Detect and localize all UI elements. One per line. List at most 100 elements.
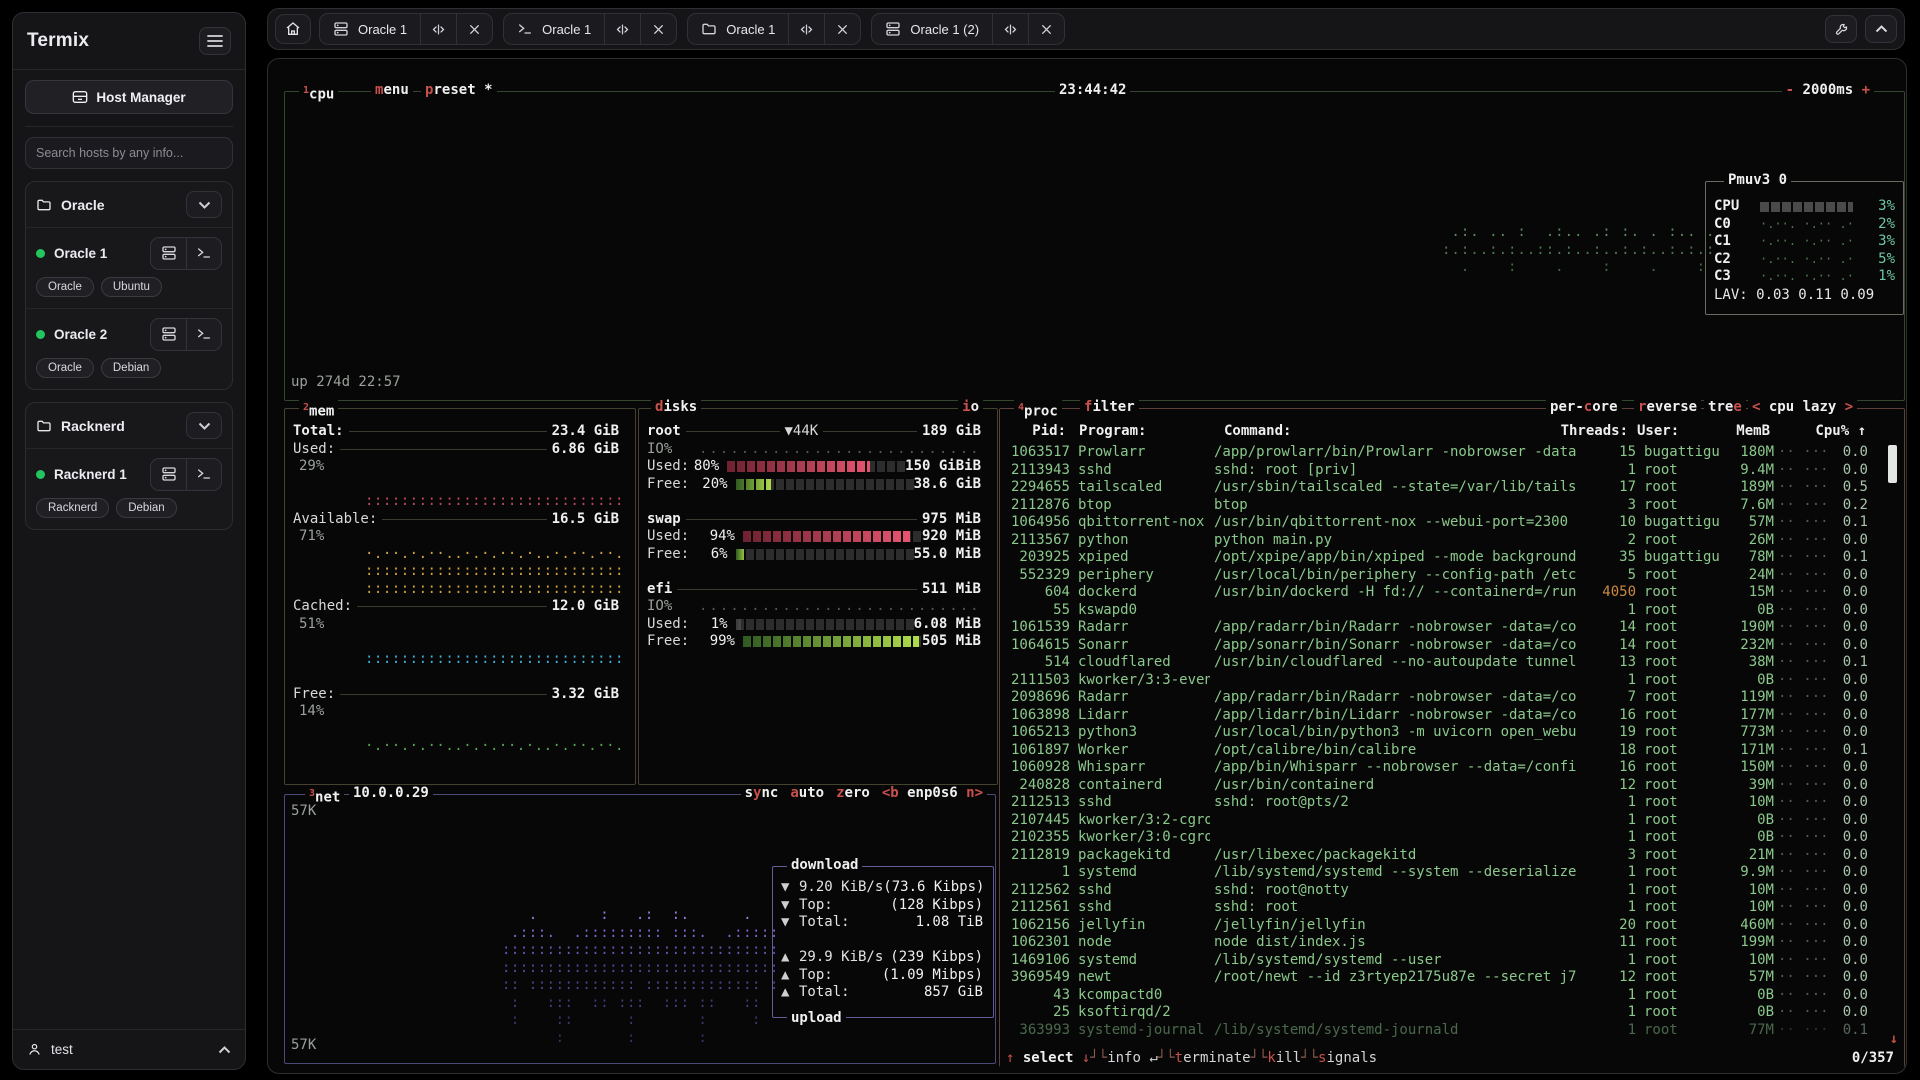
tab-label[interactable]: Oracle 1 (2)	[872, 14, 992, 44]
search-input[interactable]	[25, 137, 233, 169]
tab-label[interactable]: Oracle 1	[320, 14, 420, 44]
preset-button[interactable]: preset *	[421, 82, 497, 100]
process-row[interactable]: 43kcompactd01root0B·· ····0.0	[1006, 987, 1868, 1005]
close-tab-button[interactable]	[824, 14, 860, 44]
host-row[interactable]: Oracle 1OracleUbuntu	[26, 227, 232, 308]
process-row[interactable]: 2112819packagekitd/usr/libexec/packageki…	[1006, 847, 1868, 865]
process-row[interactable]: 604dockerd/usr/bin/dockerd -H fd:// --co…	[1006, 584, 1868, 602]
kill-button[interactable]: kill	[1267, 1050, 1301, 1068]
mem-box-title[interactable]: 2mem	[299, 399, 338, 421]
col-pid[interactable]: Pid:	[1006, 423, 1066, 441]
process-row[interactable]: 1064956qbittorrent-nox/usr/bin/qbittorre…	[1006, 514, 1868, 532]
user-menu[interactable]: test	[13, 1029, 245, 1069]
menu-button[interactable]: menu	[371, 82, 413, 100]
info-button[interactable]: info ↵	[1107, 1050, 1158, 1068]
tree-button[interactable]: tree	[1704, 399, 1746, 417]
host-group-header[interactable]: Oracle	[26, 182, 232, 227]
process-row[interactable]: 1064615Sonarr/app/sonarr/bin/Sonarr -nob…	[1006, 637, 1868, 655]
process-row[interactable]: 552329periphery/usr/local/bin/periphery …	[1006, 567, 1868, 585]
proc-scrollbar[interactable]	[1888, 445, 1897, 483]
select-control[interactable]: ↑ select ↓	[1006, 1050, 1090, 1068]
host-group-header[interactable]: Racknerd	[26, 403, 232, 448]
close-tab-button[interactable]	[1028, 14, 1064, 44]
process-row[interactable]: 55kswapd01root0B·· ····0.0	[1006, 602, 1868, 620]
process-row[interactable]: 2112561sshdsshd: root1root10M·· ····0.0	[1006, 899, 1868, 917]
process-row[interactable]: 1063517Prowlarr/app/prowlarr/bin/Prowlar…	[1006, 444, 1868, 462]
filter-button[interactable]: filter	[1080, 399, 1139, 417]
net-sync-button[interactable]: sync	[745, 785, 779, 803]
tab-label[interactable]: Oracle 1	[688, 14, 788, 44]
tools-button[interactable]	[1825, 15, 1857, 43]
process-row[interactable]: 1065213python3/usr/local/bin/python3 -m …	[1006, 724, 1868, 742]
signals-button[interactable]: signals	[1318, 1050, 1377, 1068]
open-terminal-button[interactable]	[186, 319, 221, 350]
col-program[interactable]: Program:	[1079, 423, 1146, 441]
net-auto-button[interactable]: auto	[790, 785, 824, 803]
process-row[interactable]: 2113943sshdsshd: root [priv]1root9.4M·· …	[1006, 462, 1868, 480]
process-row[interactable]: 2112562sshdsshd: root@notty1root10M·· ··…	[1006, 882, 1868, 900]
process-row[interactable]: 203925xpiped/opt/xpipe/app/bin/xpiped --…	[1006, 549, 1868, 567]
host-manager-button[interactable]: Host Manager	[25, 80, 233, 114]
host-row[interactable]: Racknerd 1RacknerdDebian	[26, 448, 232, 529]
split-tab-button[interactable]	[604, 14, 640, 44]
process-row[interactable]: 2294655tailscaled/usr/sbin/tailscaled --…	[1006, 479, 1868, 497]
process-row[interactable]: 2102355kworker/3:0-cgro1root0B·· ····0.0	[1006, 829, 1868, 847]
process-row[interactable]: 2107445kworker/3:2-cgro1root0B·· ····0.0	[1006, 812, 1868, 830]
process-row[interactable]: 514cloudflared/usr/bin/cloudflared --no-…	[1006, 654, 1868, 672]
process-row[interactable]: 2112513sshdsshd: root@pts/21root10M·· ··…	[1006, 794, 1868, 812]
process-row[interactable]: 3969549newt/root/newt --id z3rtyep2175u8…	[1006, 969, 1868, 987]
per-core-button[interactable]: per-core	[1546, 399, 1622, 417]
collapse-topbar-button[interactable]	[1865, 15, 1897, 43]
host-row[interactable]: Oracle 2OracleDebian	[26, 308, 232, 389]
sort-selector[interactable]: < cpu lazy >	[1748, 399, 1857, 417]
open-host-manager-button[interactable]	[151, 459, 186, 490]
process-row[interactable]: 1062301nodenode dist/index.js11root199M·…	[1006, 934, 1868, 952]
process-row[interactable]: 1061539Radarr/app/radarr/bin/Radarr -nob…	[1006, 619, 1868, 637]
home-tab-button[interactable]	[275, 14, 311, 44]
open-host-manager-button[interactable]	[151, 319, 186, 350]
terminal[interactable]: 1cpu menu preset * 23:44:42 - 2000ms + u…	[267, 58, 1907, 1074]
split-tab-button[interactable]	[992, 14, 1028, 44]
process-row[interactable]: 2098696Radarr/app/radarr/bin/Radarr -nob…	[1006, 689, 1868, 707]
col-threads[interactable]: Threads:	[1540, 423, 1628, 441]
net-zero-button[interactable]: zero	[836, 785, 870, 803]
tab[interactable]: Oracle 1	[687, 13, 861, 45]
process-row[interactable]: 2112876btopbtop3root7.6M·· ····0.2	[1006, 497, 1868, 515]
process-row[interactable]: 363993systemd-journal/lib/systemd/system…	[1006, 1022, 1868, 1040]
process-row[interactable]: 1systemd/lib/systemd/systemd --system --…	[1006, 864, 1868, 882]
scroll-down-arrow[interactable]: ↓	[1890, 1031, 1898, 1049]
open-terminal-button[interactable]	[186, 238, 221, 269]
process-row[interactable]: 2113567pythonpython main.py2root26M·· ··…	[1006, 532, 1868, 550]
cpu-box-title[interactable]: 1cpu	[299, 82, 338, 104]
reverse-button[interactable]: reverse	[1634, 399, 1701, 417]
tab[interactable]: Oracle 1	[319, 13, 493, 45]
process-row[interactable]: 2111503kworker/3:3-even1root0B·· ····0.0	[1006, 672, 1868, 690]
update-interval[interactable]: - 2000ms +	[1782, 82, 1874, 100]
process-row[interactable]: 25ksoftirqd/21root0B·· ····0.0	[1006, 1004, 1868, 1022]
io-mode-button[interactable]: io	[958, 399, 983, 417]
process-row[interactable]: 1063898Lidarr/app/lidarr/bin/Lidarr -nob…	[1006, 707, 1868, 725]
close-tab-button[interactable]	[640, 14, 676, 44]
sidebar-menu-button[interactable]	[199, 27, 231, 55]
col-mem[interactable]: MemB	[1690, 423, 1770, 441]
open-host-manager-button[interactable]	[151, 238, 186, 269]
process-row[interactable]: 1062156jellyfin/jellyfin/jellyfin20root4…	[1006, 917, 1868, 935]
tab[interactable]: Oracle 1	[503, 13, 677, 45]
net-interface-switcher[interactable]: <b enp0s6 n>	[882, 785, 983, 803]
split-tab-button[interactable]	[788, 14, 824, 44]
col-user[interactable]: User:	[1637, 423, 1679, 441]
disks-box-title[interactable]: disks	[651, 399, 701, 417]
collapse-group-button[interactable]	[186, 412, 222, 439]
process-row[interactable]: 1060928Whisparr/app/bin/Whisparr --nobro…	[1006, 759, 1868, 777]
process-row[interactable]: 1469106systemd/lib/systemd/systemd --use…	[1006, 952, 1868, 970]
terminate-button[interactable]: terminate	[1175, 1050, 1251, 1068]
process-row[interactable]: 1061897Worker/opt/calibre/bin/calibre18r…	[1006, 742, 1868, 760]
split-tab-button[interactable]	[420, 14, 456, 44]
close-tab-button[interactable]	[456, 14, 492, 44]
tab[interactable]: Oracle 1 (2)	[871, 13, 1065, 45]
open-terminal-button[interactable]	[186, 459, 221, 490]
collapse-group-button[interactable]	[186, 191, 222, 218]
col-cpu[interactable]: Cpu% ↑	[1780, 423, 1866, 441]
proc-box-title[interactable]: 4proc	[1014, 399, 1062, 421]
tab-label[interactable]: Oracle 1	[504, 14, 604, 44]
